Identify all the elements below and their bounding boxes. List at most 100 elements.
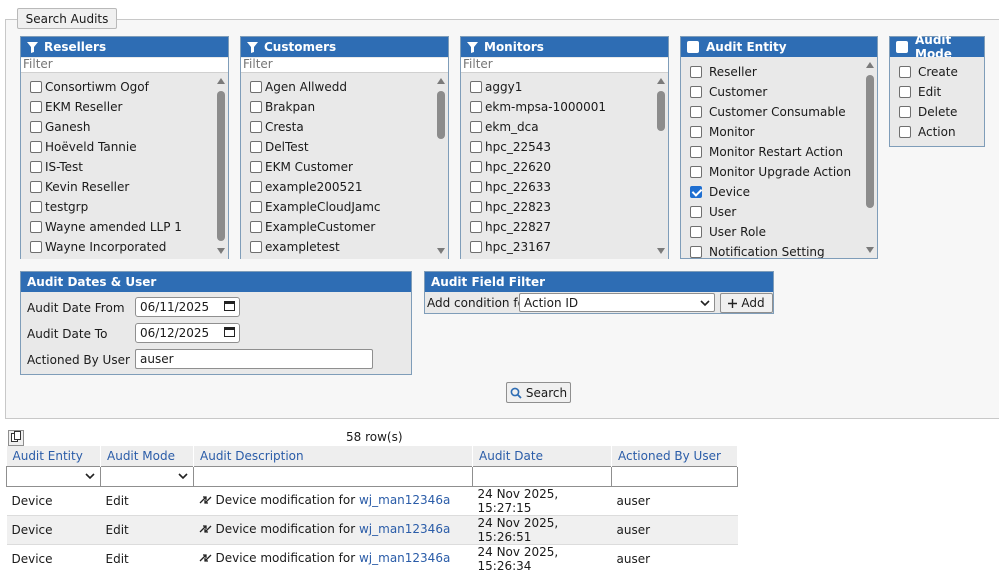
- checkbox[interactable]: [250, 140, 262, 153]
- select-all-entities-checkbox[interactable]: [687, 41, 699, 53]
- column-header-audit-description[interactable]: Audit Description: [193, 446, 473, 466]
- list-item[interactable]: hpc_22620: [461, 157, 668, 177]
- checkbox[interactable]: [690, 146, 702, 158]
- list-item[interactable]: hpc_22823: [461, 197, 668, 217]
- checkbox[interactable]: [250, 240, 262, 253]
- list-item[interactable]: EKM Reseller: [21, 97, 228, 117]
- list-item[interactable]: hpc_23167: [461, 237, 668, 257]
- filter-icon[interactable]: [467, 41, 478, 53]
- list-item[interactable]: Cresta: [241, 117, 448, 137]
- customers-scrollbar[interactable]: [434, 73, 448, 259]
- checkbox[interactable]: [30, 180, 42, 193]
- list-item[interactable]: Wayne Incorporated: [21, 237, 228, 257]
- monitors-filter-input[interactable]: [461, 57, 668, 73]
- column-header-audit-date[interactable]: Audit Date: [472, 446, 612, 466]
- checkbox[interactable]: [690, 106, 702, 118]
- scroll-up-icon[interactable]: [657, 77, 665, 84]
- monitors-scrollbar[interactable]: [654, 73, 668, 259]
- list-item[interactable]: Customer: [681, 82, 877, 102]
- checkbox[interactable]: [470, 220, 482, 233]
- date-filter-input[interactable]: [472, 465, 612, 487]
- list-item[interactable]: Hoëveld Tannie: [21, 137, 228, 157]
- scroll-up-icon[interactable]: [217, 77, 225, 84]
- date-from-input[interactable]: 06/11/2025: [135, 297, 240, 317]
- checkbox[interactable]: [470, 80, 482, 93]
- list-item[interactable]: Consortiwm Ogof: [21, 77, 228, 97]
- list-item[interactable]: Delete: [890, 102, 984, 122]
- date-to-input[interactable]: 06/12/2025: [135, 323, 240, 343]
- search-button[interactable]: Search: [506, 382, 571, 403]
- checkbox[interactable]: [899, 106, 911, 118]
- list-item[interactable]: User Role: [681, 222, 877, 242]
- checkbox[interactable]: [250, 160, 262, 173]
- select-all-modes-checkbox[interactable]: [896, 41, 908, 53]
- checkbox[interactable]: [30, 120, 42, 133]
- checkbox[interactable]: [690, 166, 702, 178]
- checkbox[interactable]: [470, 200, 482, 213]
- checkbox[interactable]: [250, 220, 262, 233]
- list-item[interactable]: Monitor: [681, 122, 877, 142]
- list-item[interactable]: Ganesh: [21, 117, 228, 137]
- list-item[interactable]: Reseller: [681, 62, 877, 82]
- checkbox[interactable]: [690, 246, 702, 258]
- list-item[interactable]: Create: [890, 62, 984, 82]
- calendar-icon[interactable]: [224, 300, 235, 314]
- filter-icon[interactable]: [27, 41, 38, 53]
- checkbox[interactable]: [899, 66, 911, 78]
- checkbox[interactable]: [30, 200, 42, 213]
- list-item[interactable]: Brakpan: [241, 97, 448, 117]
- list-item[interactable]: aggy1: [461, 77, 668, 97]
- list-item[interactable]: hpc_22543: [461, 137, 668, 157]
- scroll-down-icon[interactable]: [866, 247, 874, 253]
- checkbox[interactable]: [30, 240, 42, 253]
- checkbox[interactable]: [250, 120, 262, 133]
- scroll-thumb[interactable]: [657, 90, 665, 131]
- checkbox[interactable]: [250, 100, 262, 113]
- checkbox[interactable]: [690, 66, 702, 78]
- checkbox[interactable]: [30, 220, 42, 233]
- list-item[interactable]: ExampleCloudJamc: [241, 197, 448, 217]
- list-item[interactable]: DelTest: [241, 137, 448, 157]
- scroll-up-icon[interactable]: [866, 62, 874, 68]
- list-item[interactable]: IS-Test: [21, 157, 228, 177]
- checkbox[interactable]: [470, 100, 482, 113]
- table-row[interactable]: Device Edit Device modification for wj_man…: [6, 543, 738, 573]
- checkbox[interactable]: [470, 120, 482, 133]
- checkbox[interactable]: [30, 140, 42, 153]
- list-item[interactable]: ekm_dca: [461, 117, 668, 137]
- list-item[interactable]: Agen Allwedd: [241, 77, 448, 97]
- table-row[interactable]: Device Edit Device modification for wj_man…: [6, 514, 738, 544]
- condition-field-select[interactable]: Action ID: [519, 293, 715, 312]
- list-item[interactable]: Kevin Reseller: [21, 177, 228, 197]
- list-item[interactable]: exampletest: [241, 237, 448, 257]
- checkbox[interactable]: [30, 80, 42, 93]
- checkbox[interactable]: [470, 180, 482, 193]
- scroll-up-icon[interactable]: [437, 77, 445, 84]
- list-item[interactable]: User: [681, 202, 877, 222]
- user-filter-input[interactable]: [611, 465, 738, 487]
- column-header-audit-mode[interactable]: Audit Mode: [100, 446, 194, 466]
- device-link[interactable]: wj_man12346a: [359, 551, 450, 565]
- list-item[interactable]: testgrp: [21, 197, 228, 217]
- scroll-thumb[interactable]: [217, 90, 225, 241]
- checkbox[interactable]: [30, 100, 42, 113]
- scroll-down-icon[interactable]: [657, 247, 665, 254]
- list-item[interactable]: ExampleCustomer: [241, 217, 448, 237]
- column-header-audit-entity[interactable]: Audit Entity: [6, 446, 101, 466]
- scroll-thumb[interactable]: [866, 75, 874, 208]
- list-item[interactable]: Customer Consumable: [681, 102, 877, 122]
- checkbox[interactable]: [470, 240, 482, 253]
- scroll-thumb[interactable]: [437, 90, 445, 139]
- mode-filter-select[interactable]: [100, 465, 194, 487]
- checkbox[interactable]: [690, 86, 702, 98]
- checkbox[interactable]: [250, 180, 262, 193]
- checkbox[interactable]: [470, 160, 482, 173]
- resellers-scrollbar[interactable]: [214, 73, 228, 259]
- list-item[interactable]: ekm-mpsa-1000001: [461, 97, 668, 117]
- list-item[interactable]: Monitor Upgrade Action: [681, 162, 877, 182]
- checkbox[interactable]: [690, 226, 702, 238]
- list-item[interactable]: hpc_22827: [461, 217, 668, 237]
- checkbox[interactable]: [250, 80, 262, 93]
- table-row[interactable]: Device Edit Device modification for wj_man…: [6, 485, 738, 515]
- device-link[interactable]: wj_man12346a: [359, 522, 450, 536]
